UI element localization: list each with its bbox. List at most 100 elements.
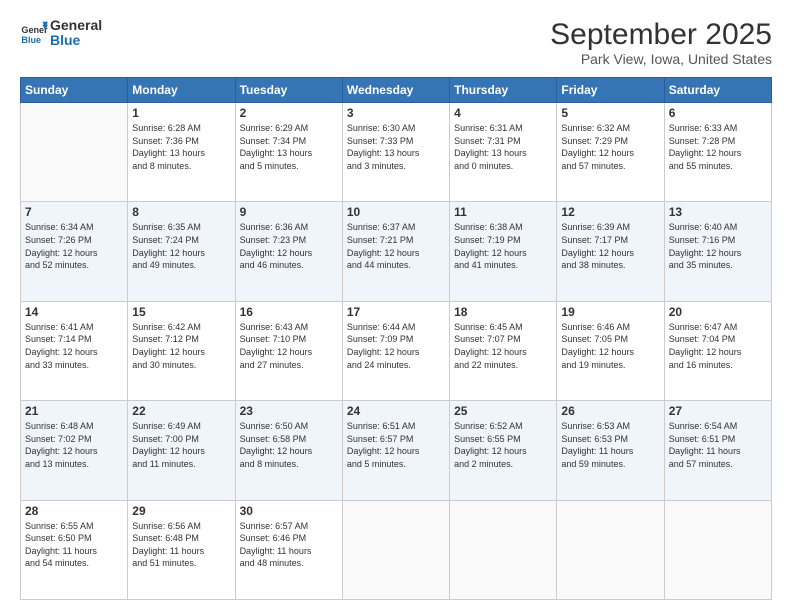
day-number: 3 [347, 106, 445, 120]
day-info: Sunrise: 6:49 AMSunset: 7:00 PMDaylight:… [132, 420, 230, 470]
calendar-cell: 23 Sunrise: 6:50 AMSunset: 6:58 PMDayligh… [235, 401, 342, 500]
day-header-tuesday: Tuesday [235, 78, 342, 103]
calendar-cell: 16 Sunrise: 6:43 AMSunset: 7:10 PMDayligh… [235, 301, 342, 400]
calendar-cell [450, 500, 557, 599]
day-info: Sunrise: 6:52 AMSunset: 6:55 PMDaylight:… [454, 420, 552, 470]
calendar-cell: 15 Sunrise: 6:42 AMSunset: 7:12 PMDayligh… [128, 301, 235, 400]
calendar-cell: 5 Sunrise: 6:32 AMSunset: 7:29 PMDaylight… [557, 103, 664, 202]
day-number: 27 [669, 404, 767, 418]
calendar-cell: 4 Sunrise: 6:31 AMSunset: 7:31 PMDaylight… [450, 103, 557, 202]
day-info: Sunrise: 6:47 AMSunset: 7:04 PMDaylight:… [669, 321, 767, 371]
calendar-week-row: 1Sunrise: 6:28 AMSunset: 7:36 PMDaylight… [21, 103, 772, 202]
page: General Blue General Blue September 2025… [0, 0, 792, 612]
calendar-week-row: 14Sunrise: 6:41 AMSunset: 7:14 PMDayligh… [21, 301, 772, 400]
day-number: 25 [454, 404, 552, 418]
page-subtitle: Park View, Iowa, United States [550, 51, 772, 67]
day-number: 16 [240, 305, 338, 319]
day-info: Sunrise: 6:30 AMSunset: 7:33 PMDaylight:… [347, 122, 445, 172]
day-header-friday: Friday [557, 78, 664, 103]
day-info: Sunrise: 6:46 AMSunset: 7:05 PMDaylight:… [561, 321, 659, 371]
day-info: Sunrise: 6:38 AMSunset: 7:19 PMDaylight:… [454, 221, 552, 271]
day-info: Sunrise: 6:56 AMSunset: 6:48 PMDaylight:… [132, 520, 230, 570]
calendar-cell: 17Sunrise: 6:44 AMSunset: 7:09 PMDayligh… [342, 301, 449, 400]
calendar-cell: 2 Sunrise: 6:29 AMSunset: 7:34 PMDaylight… [235, 103, 342, 202]
day-info: Sunrise: 6:43 AMSunset: 7:10 PMDaylight:… [240, 321, 338, 371]
day-info: Sunrise: 6:50 AMSunset: 6:58 PMDaylight:… [240, 420, 338, 470]
day-info: Sunrise: 6:54 AMSunset: 6:51 PMDaylight:… [669, 420, 767, 470]
calendar-cell: 14Sunrise: 6:41 AMSunset: 7:14 PMDayligh… [21, 301, 128, 400]
logo-icon: General Blue [20, 19, 48, 47]
day-info: Sunrise: 6:48 AMSunset: 7:02 PMDaylight:… [25, 420, 123, 470]
day-number: 9 [240, 205, 338, 219]
day-number: 28 [25, 504, 123, 518]
day-number: 5 [561, 106, 659, 120]
calendar-week-row: 28 Sunrise: 6:55 AMSunset: 6:50 PMDayligh… [21, 500, 772, 599]
day-number: 2 [240, 106, 338, 120]
calendar-week-row: 21 Sunrise: 6:48 AMSunset: 7:02 PMDayligh… [21, 401, 772, 500]
calendar-cell: 1Sunrise: 6:28 AMSunset: 7:36 PMDaylight… [128, 103, 235, 202]
day-info: Sunrise: 6:36 AMSunset: 7:23 PMDaylight:… [240, 221, 338, 271]
day-info: Sunrise: 6:40 AMSunset: 7:16 PMDaylight:… [669, 221, 767, 271]
calendar-cell: 24 Sunrise: 6:51 AMSunset: 6:57 PMDayligh… [342, 401, 449, 500]
day-number: 20 [669, 305, 767, 319]
calendar-cell: 26 Sunrise: 6:53 AMSunset: 6:53 PMDayligh… [557, 401, 664, 500]
day-number: 21 [25, 404, 123, 418]
calendar-cell: 9 Sunrise: 6:36 AMSunset: 7:23 PMDaylight… [235, 202, 342, 301]
calendar-cell: 12Sunrise: 6:39 AMSunset: 7:17 PMDayligh… [557, 202, 664, 301]
calendar-cell: 27 Sunrise: 6:54 AMSunset: 6:51 PMDayligh… [664, 401, 771, 500]
day-number: 22 [132, 404, 230, 418]
day-info: Sunrise: 6:31 AMSunset: 7:31 PMDaylight:… [454, 122, 552, 172]
day-number: 18 [454, 305, 552, 319]
calendar-cell: 10 Sunrise: 6:37 AMSunset: 7:21 PMDayligh… [342, 202, 449, 301]
day-number: 17 [347, 305, 445, 319]
logo-text-blue: Blue [50, 33, 102, 48]
day-info: Sunrise: 6:57 AMSunset: 6:46 PMDaylight:… [240, 520, 338, 570]
day-number: 29 [132, 504, 230, 518]
day-number: 19 [561, 305, 659, 319]
calendar-cell [664, 500, 771, 599]
day-number: 15 [132, 305, 230, 319]
calendar-week-row: 7Sunrise: 6:34 AMSunset: 7:26 PMDaylight… [21, 202, 772, 301]
day-info: Sunrise: 6:55 AMSunset: 6:50 PMDaylight:… [25, 520, 123, 570]
page-title: September 2025 [550, 18, 772, 51]
calendar-cell: 28 Sunrise: 6:55 AMSunset: 6:50 PMDayligh… [21, 500, 128, 599]
day-info: Sunrise: 6:32 AMSunset: 7:29 PMDaylight:… [561, 122, 659, 172]
calendar-cell: 6 Sunrise: 6:33 AMSunset: 7:28 PMDaylight… [664, 103, 771, 202]
day-info: Sunrise: 6:53 AMSunset: 6:53 PMDaylight:… [561, 420, 659, 470]
day-number: 24 [347, 404, 445, 418]
day-info: Sunrise: 6:29 AMSunset: 7:34 PMDaylight:… [240, 122, 338, 172]
logo: General Blue General Blue [20, 18, 102, 49]
day-header-saturday: Saturday [664, 78, 771, 103]
day-number: 6 [669, 106, 767, 120]
calendar-cell: 29 Sunrise: 6:56 AMSunset: 6:48 PMDayligh… [128, 500, 235, 599]
day-info: Sunrise: 6:37 AMSunset: 7:21 PMDaylight:… [347, 221, 445, 271]
day-info: Sunrise: 6:51 AMSunset: 6:57 PMDaylight:… [347, 420, 445, 470]
calendar-cell: 21 Sunrise: 6:48 AMSunset: 7:02 PMDayligh… [21, 401, 128, 500]
day-info: Sunrise: 6:42 AMSunset: 7:12 PMDaylight:… [132, 321, 230, 371]
calendar-header-row: SundayMondayTuesdayWednesdayThursdayFrid… [21, 78, 772, 103]
day-info: Sunrise: 6:33 AMSunset: 7:28 PMDaylight:… [669, 122, 767, 172]
day-number: 23 [240, 404, 338, 418]
calendar-cell: 3 Sunrise: 6:30 AMSunset: 7:33 PMDaylight… [342, 103, 449, 202]
day-header-sunday: Sunday [21, 78, 128, 103]
day-number: 26 [561, 404, 659, 418]
calendar-cell: 20 Sunrise: 6:47 AMSunset: 7:04 PMDayligh… [664, 301, 771, 400]
calendar-cell [342, 500, 449, 599]
day-number: 30 [240, 504, 338, 518]
day-header-wednesday: Wednesday [342, 78, 449, 103]
logo-text-general: General [50, 18, 102, 33]
calendar-cell: 11 Sunrise: 6:38 AMSunset: 7:19 PMDayligh… [450, 202, 557, 301]
calendar-cell: 25 Sunrise: 6:52 AMSunset: 6:55 PMDayligh… [450, 401, 557, 500]
calendar-cell: 30 Sunrise: 6:57 AMSunset: 6:46 PMDayligh… [235, 500, 342, 599]
calendar-cell: 7Sunrise: 6:34 AMSunset: 7:26 PMDaylight… [21, 202, 128, 301]
calendar-table: SundayMondayTuesdayWednesdayThursdayFrid… [20, 77, 772, 600]
calendar-cell [557, 500, 664, 599]
day-number: 11 [454, 205, 552, 219]
day-number: 8 [132, 205, 230, 219]
calendar-cell: 8Sunrise: 6:35 AMSunset: 7:24 PMDaylight… [128, 202, 235, 301]
day-number: 10 [347, 205, 445, 219]
day-number: 13 [669, 205, 767, 219]
day-number: 14 [25, 305, 123, 319]
day-number: 4 [454, 106, 552, 120]
day-info: Sunrise: 6:39 AMSunset: 7:17 PMDaylight:… [561, 221, 659, 271]
